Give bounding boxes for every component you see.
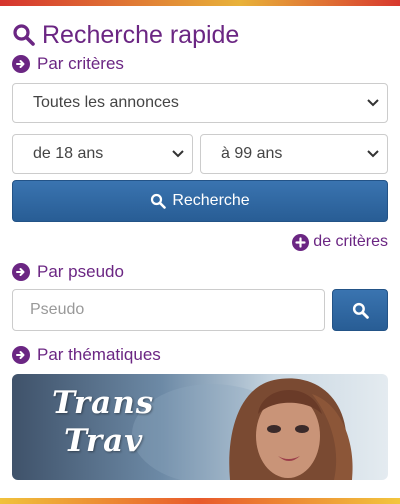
arrow-circle-right-icon: [12, 346, 30, 364]
banner-title: Trans Trav: [52, 384, 154, 460]
pseudo-input-placeholder: Pseudo: [30, 301, 85, 318]
chevron-down-icon: [367, 99, 379, 107]
search-icon: [352, 302, 369, 319]
section-pseudo-label: Par pseudo: [37, 262, 124, 281]
ads-type-select[interactable]: Toutes les annonces: [12, 83, 388, 123]
section-themes-label: Par thématiques: [37, 345, 161, 364]
age-from-select[interactable]: de 18 ans: [12, 134, 193, 174]
more-criteria-label: de critères: [313, 233, 388, 250]
pseudo-search-button[interactable]: [332, 289, 388, 331]
section-pseudo: Par pseudo: [12, 261, 124, 283]
age-to-select[interactable]: à 99 ans: [200, 134, 388, 174]
section-criteria-label: Par critères: [37, 54, 124, 73]
age-from-select-value: de 18 ans: [33, 145, 104, 162]
section-criteria: Par critères: [12, 53, 124, 75]
chevron-down-icon: [172, 150, 184, 158]
search-icon: [151, 193, 167, 209]
section-themes: Par thématiques: [12, 344, 161, 366]
arrow-circle-right-icon: [12, 263, 30, 281]
banner-title-line2: Trav: [64, 423, 144, 459]
ads-type-select-value: Toutes les annonces: [33, 94, 179, 111]
search-button[interactable]: Recherche: [12, 180, 388, 222]
quick-search-panel: Recherche rapide Par critères Toutes les…: [0, 6, 400, 498]
more-criteria-link[interactable]: de critères: [292, 231, 388, 253]
plus-circle-icon: [292, 233, 310, 251]
banner-title-line1: Trans: [52, 385, 155, 421]
panel-title: Recherche rapide: [12, 18, 239, 52]
bottom-decorative-strip: [0, 498, 400, 504]
pseudo-input[interactable]: Pseudo: [12, 289, 325, 331]
arrow-circle-right-icon: [12, 55, 30, 73]
search-button-label: Recherche: [172, 192, 250, 209]
theme-banner-trans-trav[interactable]: Trans Trav: [12, 374, 388, 480]
search-icon: [13, 24, 35, 46]
age-to-select-value: à 99 ans: [221, 145, 283, 162]
panel-title-text: Recherche rapide: [42, 20, 240, 49]
chevron-down-icon: [367, 150, 379, 158]
